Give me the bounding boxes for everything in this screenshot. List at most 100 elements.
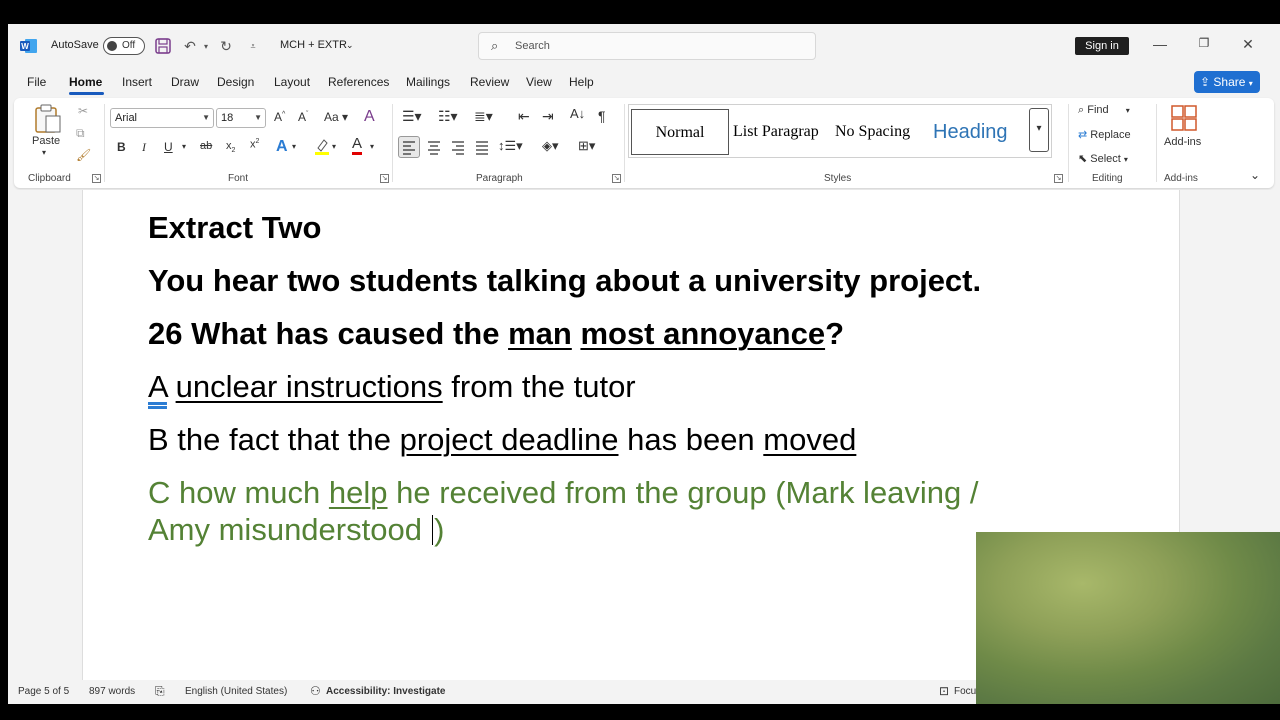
chevron-down-icon: ▼: [202, 113, 210, 122]
dialog-launcher-icon[interactable]: ↘: [92, 174, 101, 183]
tab-file[interactable]: File: [27, 75, 46, 89]
collapse-ribbon-icon[interactable]: ⌄: [1250, 168, 1260, 182]
option-c-close: ): [434, 512, 445, 547]
webcam-overlay: [976, 532, 1280, 704]
add-ins-button-label[interactable]: Add-ins: [1164, 136, 1201, 148]
styles-more-button[interactable]: ▾: [1029, 108, 1049, 152]
customize-toolbar-icon[interactable]: ⩡: [243, 36, 263, 56]
find-button[interactable]: ⌕ Find ▾: [1078, 104, 1130, 117]
bold-icon[interactable]: B: [117, 140, 126, 154]
text-effects-icon[interactable]: A: [276, 138, 288, 156]
share-button[interactable]: ⇪ Share ▾: [1194, 71, 1260, 93]
redo-icon[interactable]: ↻: [216, 36, 236, 56]
style-normal[interactable]: Normal: [631, 109, 729, 155]
style-heading[interactable]: Heading: [933, 109, 1033, 155]
chevron-down-icon[interactable]: ⌄: [346, 40, 354, 51]
format-painter-icon[interactable]: 🖌: [76, 148, 91, 162]
line-spacing-icon[interactable]: ↕☰▾: [498, 138, 523, 154]
tab-insert[interactable]: Insert: [122, 75, 152, 89]
accessibility-status[interactable]: Accessibility: Investigate: [326, 686, 446, 697]
question-underline-2: most annoyance: [580, 316, 826, 351]
tab-references[interactable]: References: [328, 75, 389, 89]
focus-icon[interactable]: ⊡: [939, 684, 949, 698]
font-size-value: 18: [221, 112, 234, 124]
tab-review[interactable]: Review: [470, 75, 509, 89]
style-no-spacing[interactable]: No Spacing: [835, 109, 929, 155]
chevron-down-icon: ▼: [254, 113, 262, 122]
autosave-toggle[interactable]: Off: [103, 37, 145, 55]
multilevel-list-icon[interactable]: ≣▾: [474, 108, 493, 125]
strikethrough-icon[interactable]: ab: [200, 140, 212, 152]
paste-icon[interactable]: [34, 104, 62, 134]
font-color-icon[interactable]: A: [352, 136, 363, 155]
align-center-icon[interactable]: [424, 137, 444, 157]
option-c-line-1: C how much help he received from the gro…: [148, 475, 979, 511]
dialog-launcher-icon[interactable]: ↘: [380, 174, 389, 183]
change-case-icon[interactable]: Aa ▾: [324, 110, 348, 124]
dialog-launcher-icon[interactable]: ↘: [1054, 174, 1063, 183]
paste-label[interactable]: Paste: [32, 135, 60, 147]
tab-home[interactable]: Home: [69, 75, 102, 89]
show-formatting-icon[interactable]: ¶: [598, 108, 606, 124]
add-ins-icon[interactable]: [1170, 104, 1198, 132]
style-list-paragraph[interactable]: List Paragrap: [733, 109, 825, 155]
shrink-font-icon[interactable]: Aˇ: [298, 110, 308, 124]
font-name-value: Arial: [115, 112, 138, 124]
font-group-label: Font: [228, 173, 249, 184]
bullets-icon[interactable]: ☰▾: [402, 108, 422, 125]
clear-formatting-icon[interactable]: A: [364, 108, 375, 126]
borders-icon[interactable]: ⊞▾: [578, 138, 595, 154]
focus-label[interactable]: Focu: [954, 686, 976, 697]
word-count[interactable]: 897 words: [89, 686, 135, 697]
font-size-select[interactable]: 18 ▼: [216, 108, 266, 128]
chevron-down-icon[interactable]: ▾: [370, 142, 374, 151]
language[interactable]: English (United States): [185, 686, 287, 697]
grow-font-icon[interactable]: A^: [274, 110, 285, 124]
align-right-icon[interactable]: [448, 137, 468, 157]
tab-mailings[interactable]: Mailings: [406, 75, 450, 89]
sign-in-button[interactable]: Sign in: [1075, 37, 1129, 55]
increase-indent-icon[interactable]: ⇥: [542, 108, 554, 125]
superscript-icon[interactable]: x2: [250, 138, 259, 151]
question-line: 26 What has caused the man most annoyanc…: [148, 316, 844, 352]
close-icon[interactable]: ✕: [1238, 36, 1258, 56]
italic-icon[interactable]: I: [142, 140, 146, 155]
chevron-down-icon[interactable]: ▾: [182, 142, 186, 151]
restore-icon[interactable]: ❐: [1194, 36, 1214, 56]
tab-help[interactable]: Help: [569, 75, 594, 89]
cut-icon[interactable]: ✂: [78, 104, 88, 118]
option-c-rest: he received from the group (Mark leaving…: [387, 475, 979, 510]
chevron-down-icon[interactable]: ▾: [42, 148, 46, 157]
sort-icon[interactable]: A↓: [570, 106, 585, 121]
minimize-icon[interactable]: —: [1150, 36, 1170, 56]
underline-icon[interactable]: U: [164, 140, 173, 154]
page-count[interactable]: Page 5 of 5: [18, 686, 69, 697]
autosave-label: AutoSave: [51, 39, 99, 51]
save-icon[interactable]: [153, 36, 173, 56]
decrease-indent-icon[interactable]: ⇤: [518, 108, 530, 125]
numbering-icon[interactable]: ☷▾: [438, 108, 458, 125]
copy-icon[interactable]: ⧉: [76, 126, 85, 141]
tab-draw[interactable]: Draw: [171, 75, 199, 89]
select-button[interactable]: ⬉ Select ▾: [1078, 152, 1128, 165]
chevron-down-icon[interactable]: ▾: [292, 142, 296, 151]
replace-button[interactable]: ⇄ Replace: [1078, 128, 1131, 141]
dialog-launcher-icon[interactable]: ↘: [612, 174, 621, 183]
justify-icon[interactable]: [472, 137, 492, 157]
proofing-icon[interactable]: ⎘: [155, 684, 165, 699]
option-c-line2: Amy misunderstood: [148, 512, 431, 547]
align-left-button[interactable]: [398, 136, 420, 158]
highlight-icon[interactable]: [314, 138, 330, 156]
chevron-down-icon[interactable]: ▾: [332, 142, 336, 151]
tab-layout[interactable]: Layout: [274, 75, 310, 89]
undo-dropdown-icon[interactable]: ▾: [196, 36, 216, 56]
subscript-icon[interactable]: x2: [226, 140, 235, 154]
search-box[interactable]: ⌕ Search: [478, 32, 816, 60]
divider: [1156, 104, 1157, 182]
shading-icon[interactable]: ◈▾: [542, 138, 559, 154]
document-name[interactable]: MCH + EXTR: [280, 39, 347, 51]
tab-design[interactable]: Design: [217, 75, 254, 89]
font-name-select[interactable]: Arial ▼: [110, 108, 214, 128]
accessibility-icon[interactable]: ⚇: [310, 684, 321, 698]
tab-view[interactable]: View: [526, 75, 552, 89]
